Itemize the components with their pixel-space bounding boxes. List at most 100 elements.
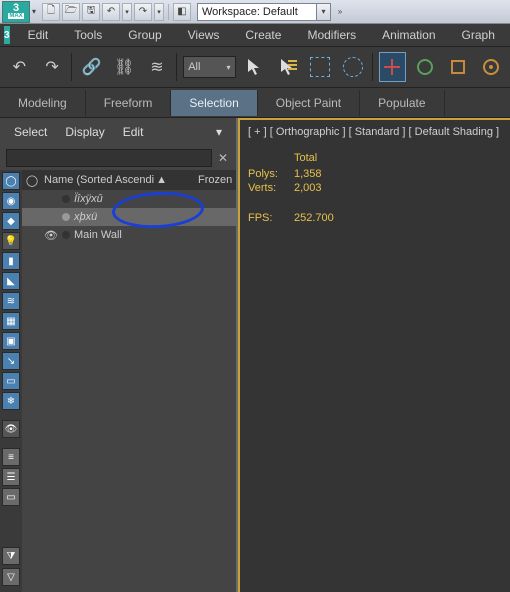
filter-cameras-icon[interactable]: ▮ [2, 252, 20, 270]
select-object-icon[interactable] [242, 52, 269, 82]
stats-polys-label: Polys: [248, 168, 294, 180]
viewport-shading1-label[interactable]: [ Standard ] [349, 126, 406, 138]
tree-row[interactable]: Ïîxÿxû [22, 190, 236, 208]
filter-funnel-icon[interactable]: ⧩ [2, 547, 20, 565]
se-menu-display[interactable]: Display [57, 121, 112, 143]
open-icon[interactable]: 🗁 [62, 3, 80, 21]
filter-funnel2-icon[interactable]: ▽ [2, 568, 20, 586]
filter-frozen-icon[interactable]: ❄ [2, 392, 20, 410]
object-name: Ïîxÿxû [74, 193, 103, 205]
frozen-column-header[interactable]: Frozen [198, 174, 236, 186]
filter-spacewarps-icon[interactable]: ≋ [2, 292, 20, 310]
tree-row[interactable]: xþxü [22, 208, 236, 226]
placement-icon[interactable] [477, 52, 504, 82]
menu-create[interactable]: Create [233, 26, 293, 44]
display-list-icon[interactable]: ☰ [2, 468, 20, 486]
new-icon[interactable]: 🗋 [42, 3, 60, 21]
selection-filter-dropdown[interactable]: All ▾ [183, 56, 235, 78]
marquee-circle-icon[interactable] [340, 52, 367, 82]
stats-verts-label: Verts: [248, 182, 294, 194]
display-box-icon[interactable]: ▭ [2, 488, 20, 506]
filter-groups-icon[interactable]: ▦ [2, 312, 20, 330]
redo-arrow-icon[interactable]: ▾ [154, 3, 164, 21]
menu-graph[interactable]: Graph [450, 26, 507, 44]
filter-lights-icon[interactable]: 💡 [2, 232, 20, 250]
stats-polys-value: 1,358 [294, 168, 322, 180]
search-input[interactable] [6, 149, 212, 167]
se-menu-overflow-icon[interactable]: ▾ [208, 121, 230, 143]
separator [71, 53, 72, 81]
se-menu-select[interactable]: Select [6, 121, 55, 143]
object-color-swatch[interactable] [62, 213, 70, 221]
undo-arrow-icon[interactable]: ▾ [122, 3, 132, 21]
viewport-view-label[interactable]: [ Orthographic ] [270, 126, 346, 138]
body: Select Display Edit ▾ ✕ ◯ ◉ ◆ 💡 ▮ ◣ ≋ ▦ … [0, 118, 510, 592]
select-by-name-icon[interactable] [274, 52, 301, 82]
app-icon-small[interactable]: 3 [4, 26, 10, 44]
filter-containers-icon[interactable]: ▭ [2, 372, 20, 390]
menu-animation[interactable]: Animation [370, 26, 447, 44]
tab-populate[interactable]: Populate [360, 90, 444, 116]
tree-row[interactable]: 👁 Main Wall [22, 226, 236, 244]
link-icon[interactable]: 🔗 [78, 52, 105, 82]
app-logo[interactable]: 3 MAX [2, 1, 30, 23]
marquee-rect-icon[interactable] [307, 52, 334, 82]
tab-modeling[interactable]: Modeling [0, 90, 86, 116]
object-color-swatch[interactable] [62, 231, 70, 239]
menu-group[interactable]: Group [116, 26, 173, 44]
viewport-header[interactable]: [ + ] [ Orthographic ] [ Standard ] [ De… [248, 126, 502, 138]
sort-asc-icon: ▲ [156, 174, 167, 186]
redo-icon[interactable]: ↷ [134, 3, 152, 21]
separator [176, 53, 177, 81]
chevron-down-icon: ▾ [227, 63, 231, 72]
filter-geometry-icon[interactable]: ◉ [2, 192, 20, 210]
filter-shapes-icon[interactable]: ◆ [2, 212, 20, 230]
viewport-plus-label[interactable]: [ + ] [248, 126, 267, 138]
menu-modifiers[interactable]: Modifiers [295, 26, 368, 44]
workspace-input[interactable] [197, 3, 317, 21]
move-gizmo-icon[interactable] [379, 52, 406, 82]
viewport-shading2-label[interactable]: [ Default Shading ] [409, 126, 500, 138]
save-icon[interactable]: 🖫 [82, 3, 100, 21]
project-icon[interactable]: ◧ [173, 3, 191, 21]
filter-bones-icon[interactable]: ↘ [2, 352, 20, 370]
visibility-column-icon[interactable]: ◯ [22, 174, 42, 187]
menu-tools[interactable]: Tools [62, 26, 114, 44]
title-bar: 3 MAX ▾ 🗋 🗁 🖫 ↶ ▾ ↷ ▾ ◧ ▾ » [0, 0, 510, 24]
filter-xrefs-icon[interactable]: ▣ [2, 332, 20, 350]
app-menu-arrow-icon[interactable]: ▾ [30, 7, 38, 16]
scene-explorer-content: ◯ ◉ ◆ 💡 ▮ ◣ ≋ ▦ ▣ ↘ ▭ ❄ 👁 ≡ ☰ ▭ [0, 170, 236, 592]
stats-verts-value: 2,003 [294, 182, 322, 194]
object-color-swatch[interactable] [62, 195, 70, 203]
redo-button[interactable]: ↷ [39, 52, 66, 82]
scene-explorer-icon-column: ◯ ◉ ◆ 💡 ▮ ◣ ≋ ▦ ▣ ↘ ▭ ❄ 👁 ≡ ☰ ▭ [0, 170, 22, 592]
bind-spacewarp-icon[interactable]: ≋ [144, 52, 171, 82]
selection-filter-label: All [188, 61, 200, 73]
undo-icon[interactable]: ↶ [102, 3, 120, 21]
se-menu-edit[interactable]: Edit [115, 121, 152, 143]
stats-fps-value: 252.700 [294, 212, 334, 224]
object-name: xþxü [74, 211, 97, 223]
menu-views[interactable]: Views [176, 26, 232, 44]
filter-helpers-icon[interactable]: ◣ [2, 272, 20, 290]
clear-search-icon[interactable]: ✕ [216, 151, 230, 165]
filter-all-icon[interactable]: ◯ [2, 172, 20, 190]
unlink-icon[interactable]: ⛓ [111, 52, 138, 82]
tab-freeform[interactable]: Freeform [86, 90, 172, 116]
display-bars-icon[interactable]: ≡ [2, 448, 20, 466]
workspace-chevrons-icon[interactable]: » [333, 3, 347, 21]
display-hidden-icon[interactable]: 👁 [2, 420, 20, 438]
tab-selection[interactable]: Selection [171, 90, 257, 116]
scale-gizmo-icon[interactable] [445, 52, 472, 82]
workspace-dropdown-icon[interactable]: ▾ [317, 3, 331, 21]
quick-access-toolbar: 🗋 🗁 🖫 ↶ ▾ ↷ ▾ ◧ [42, 3, 191, 21]
menu-edit[interactable]: Edit [16, 26, 61, 44]
tab-object-paint[interactable]: Object Paint [258, 90, 360, 116]
visibility-icon[interactable]: 👁 [44, 229, 58, 242]
separator [372, 53, 373, 81]
rotate-gizmo-icon[interactable] [412, 52, 439, 82]
undo-button[interactable]: ↶ [6, 52, 33, 82]
scene-explorer: Select Display Edit ▾ ✕ ◯ ◉ ◆ 💡 ▮ ◣ ≋ ▦ … [0, 118, 238, 592]
viewport[interactable]: [ + ] [ Orthographic ] [ Standard ] [ De… [238, 118, 510, 592]
name-column-header[interactable]: Name (Sorted Ascendi▲ [42, 174, 198, 186]
